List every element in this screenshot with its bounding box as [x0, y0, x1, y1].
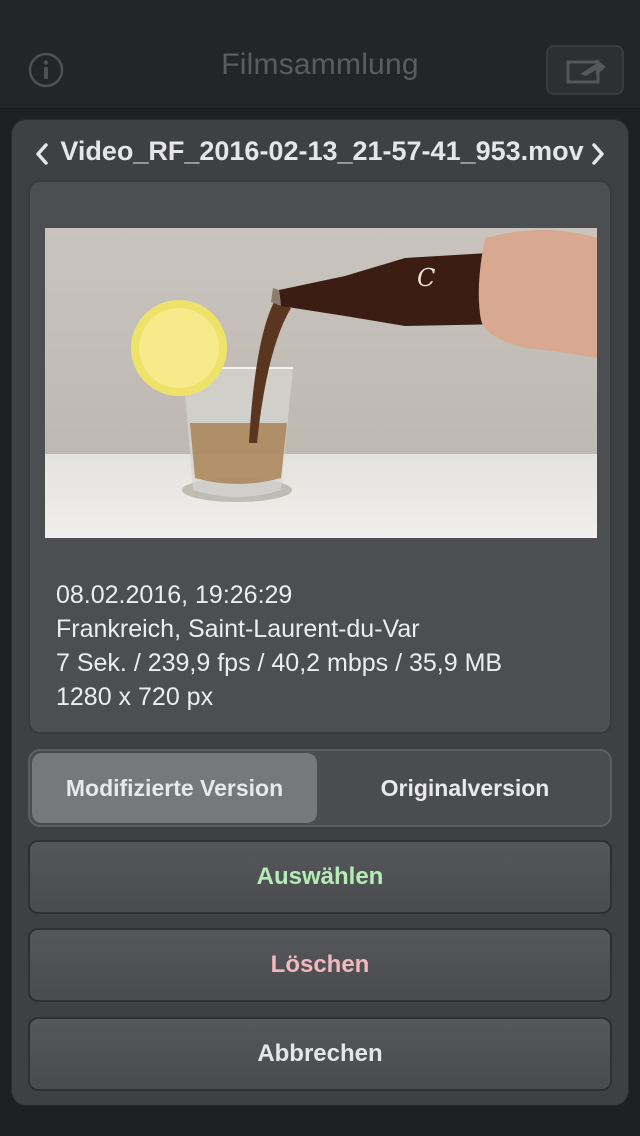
meta-resolution: 1280 x 720 px	[56, 683, 214, 711]
info-panel: C 08.02.2016, 19:26:29 Frankreich, Saint…	[28, 180, 612, 734]
select-button[interactable]: Auswählen	[28, 840, 612, 914]
meta-date: 08.02.2016, 19:26:29	[56, 581, 293, 609]
segment-original-version[interactable]: Originalversion	[322, 753, 608, 823]
svg-text:C: C	[417, 264, 435, 292]
segment-modified-version[interactable]: Modifizierte Version	[32, 753, 317, 823]
cancel-button[interactable]: Abbrechen	[28, 1017, 612, 1091]
meta-location: Frankreich, Saint-Laurent-du-Var	[56, 615, 420, 643]
page-title: Filmsammlung	[221, 48, 419, 81]
meta-stats: 7 Sek. / 239,9 fps / 40,2 mbps / 35,9 MB	[56, 649, 503, 677]
screen: Filmsammlung Video_RF_2016-02-13_21-57-4…	[0, 0, 640, 1136]
video-thumbnail[interactable]: C	[45, 228, 597, 538]
video-detail-modal: Video_RF_2016-02-13_21-57-41_953.mov C 0…	[12, 120, 628, 1105]
version-segmented-control: Modifizierte Version Originalversion	[28, 749, 612, 827]
share-button[interactable]	[546, 45, 624, 95]
share-icon	[566, 59, 606, 84]
file-name: Video_RF_2016-02-13_21-57-41_953.mov	[60, 136, 584, 166]
delete-button[interactable]: Löschen	[28, 928, 612, 1002]
nav-bar: Filmsammlung	[0, 0, 640, 109]
chevron-left-icon[interactable]	[32, 140, 52, 168]
file-header: Video_RF_2016-02-13_21-57-41_953.mov	[12, 134, 628, 174]
chevron-right-icon[interactable]	[588, 140, 608, 168]
video-metadata: 08.02.2016, 19:26:29 Frankreich, Saint-L…	[56, 578, 596, 714]
